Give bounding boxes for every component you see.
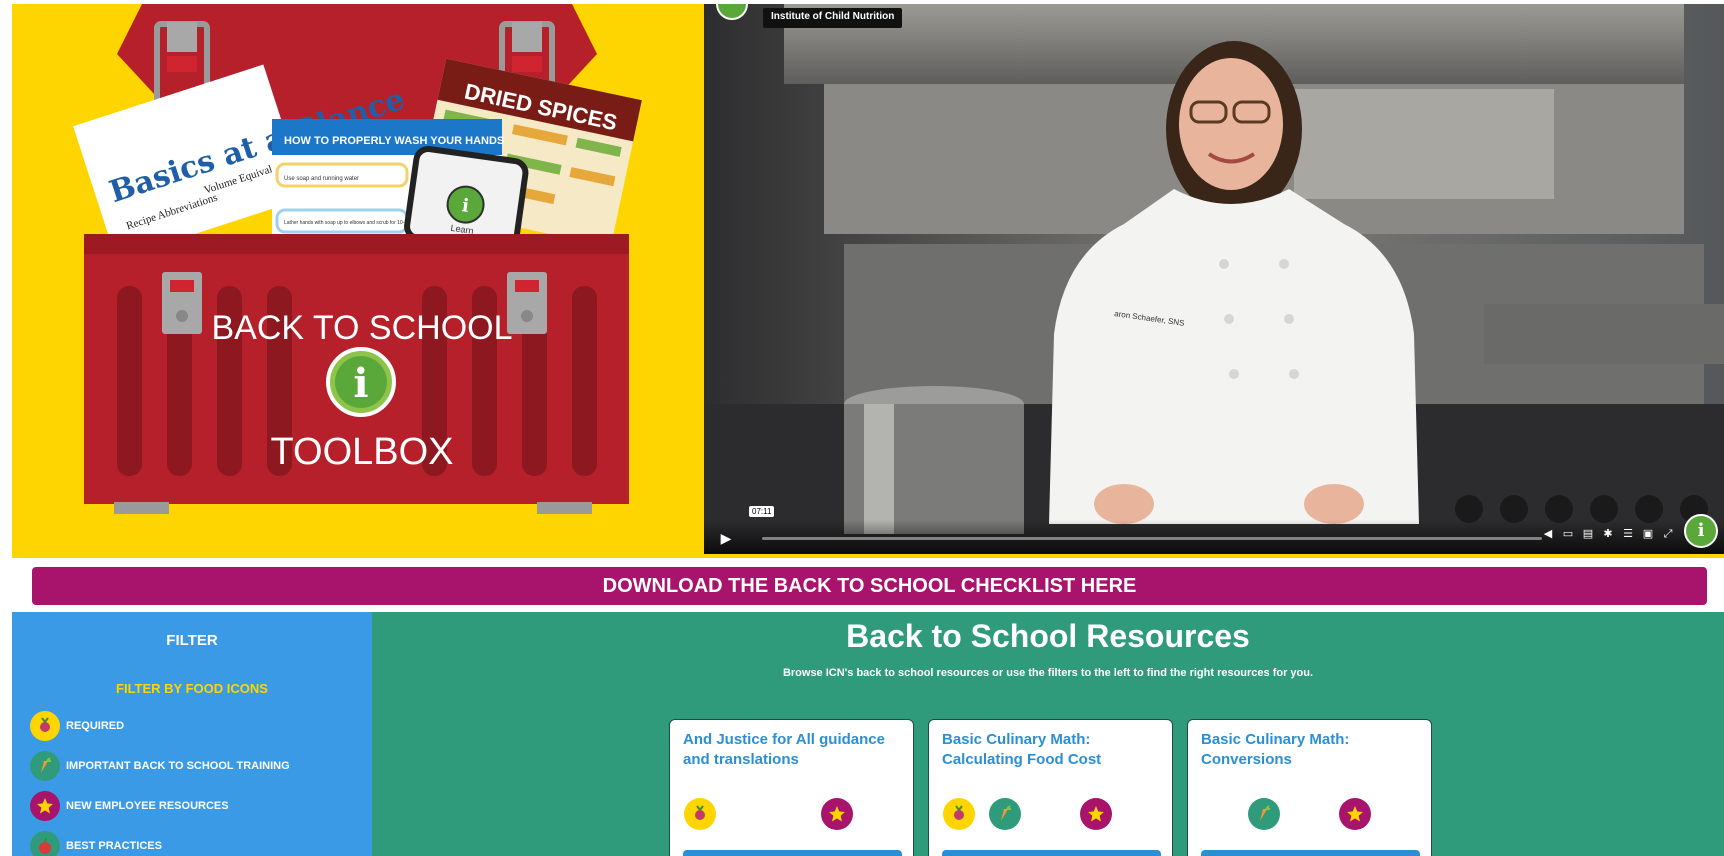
video-channel-title[interactable]: Institute of Child Nutrition (763, 8, 903, 28)
volume-icon[interactable]: ◀ (1542, 528, 1554, 540)
resources-subtitle: Browse ICN's back to school resources or… (782, 667, 1314, 679)
resource-card-title[interactable]: Basic Culinary Math: Calculating Food Co… (942, 730, 1162, 770)
beet-icon (943, 798, 975, 830)
filter-item-label: BEST PRACTICES (66, 840, 162, 852)
video-player[interactable]: aron Schaefer, SNS Institute of Child Nu… (704, 4, 1724, 554)
filter-item-label: IMPORTANT BACK TO SCHOOL TRAINING (66, 760, 290, 772)
video-control-icons: ◀ ▭ ▤ ✱ ☰ ▣ ⤢ (1542, 528, 1674, 540)
beet-icon (30, 711, 60, 741)
carrot-icon (1248, 798, 1280, 830)
resource-card-button[interactable] (942, 850, 1161, 856)
apple-icon (30, 831, 60, 856)
picture-in-picture-icon[interactable]: ▣ (1642, 528, 1654, 540)
resource-card[interactable]: And Justice for All guidance and transla… (669, 719, 914, 856)
download-checklist-button[interactable]: DOWNLOAD THE BACK TO SCHOOL CHECKLIST HE… (32, 567, 1707, 605)
filter-item-required[interactable]: REQUIRED (30, 710, 124, 742)
toolbox-sign-top: BACK TO SCHOOL (211, 309, 512, 347)
toolbox-illustration: Basics at a Glance Recipe Abbreviations … (12, 4, 704, 558)
resource-card-button[interactable] (1201, 850, 1420, 856)
filter-title: FILTER (166, 632, 218, 649)
beet-icon (684, 798, 716, 830)
filter-item-best-practices[interactable]: BEST PRACTICES (30, 830, 162, 856)
resource-card[interactable]: Basic Culinary Math: Conversions (1187, 719, 1432, 856)
star-icon (30, 791, 60, 821)
video-controls: ▶ 07:11 ◀ ▭ ▤ ✱ ☰ ▣ ⤢ (704, 506, 1724, 554)
filter-item-label: REQUIRED (66, 720, 125, 732)
settings-gear-icon[interactable]: ✱ (1602, 528, 1614, 540)
video-scrubber[interactable] (762, 537, 1542, 540)
resource-card-title[interactable]: Basic Culinary Math: Conversions (1201, 730, 1421, 770)
resource-card-title[interactable]: And Justice for All guidance and transla… (683, 730, 903, 770)
resource-card-button[interactable] (683, 850, 902, 856)
resources-title: Back to School Resources (846, 618, 1250, 654)
filter-item-new-employee-resources[interactable]: NEW EMPLOYEE RESOURCES (30, 790, 229, 822)
toolbox-sign-logo: i (353, 360, 368, 407)
star-icon (821, 798, 853, 830)
filter-subtitle: FILTER BY FOOD ICONS (116, 681, 268, 696)
chapters-list-icon[interactable]: ☰ (1622, 528, 1634, 540)
star-icon (1339, 798, 1371, 830)
hero-section: Basics at a Glance Recipe Abbreviations … (12, 4, 1724, 558)
filter-item-label: NEW EMPLOYEE RESOURCES (66, 800, 229, 812)
resources-section: Back to School Resources Browse ICN's ba… (372, 612, 1724, 856)
doc-handwash-line1: Use soap and running water (284, 176, 359, 182)
video-timestamp: 07:11 (749, 506, 775, 517)
doc-handwash-title: HOW TO PROPERLY WASH YOUR HANDS (284, 135, 504, 147)
toolbox-graphic: Basics at a Glance Recipe Abbreviations … (73, 4, 642, 514)
filter-item-back-to-school-training[interactable]: IMPORTANT BACK TO SCHOOL TRAINING (30, 750, 290, 782)
icn-watermark-logo[interactable]: i (1684, 514, 1718, 548)
toolbox-sign-bottom: TOOLBOX (270, 431, 453, 473)
filter-panel: FILTER FILTER BY FOOD ICONS REQUIRED IMP… (12, 612, 372, 856)
resource-card[interactable]: Basic Culinary Math: Calculating Food Co… (928, 719, 1173, 856)
fullscreen-icon[interactable]: ⤢ (1662, 528, 1674, 540)
captions-icon[interactable]: ▭ (1562, 528, 1574, 540)
transcript-icon[interactable]: ▤ (1582, 528, 1594, 540)
carrot-icon (30, 751, 60, 781)
video-frame: aron Schaefer, SNS (704, 4, 1724, 554)
carrot-icon (989, 798, 1021, 830)
star-icon (1080, 798, 1112, 830)
play-button[interactable]: ▶ (716, 528, 736, 548)
